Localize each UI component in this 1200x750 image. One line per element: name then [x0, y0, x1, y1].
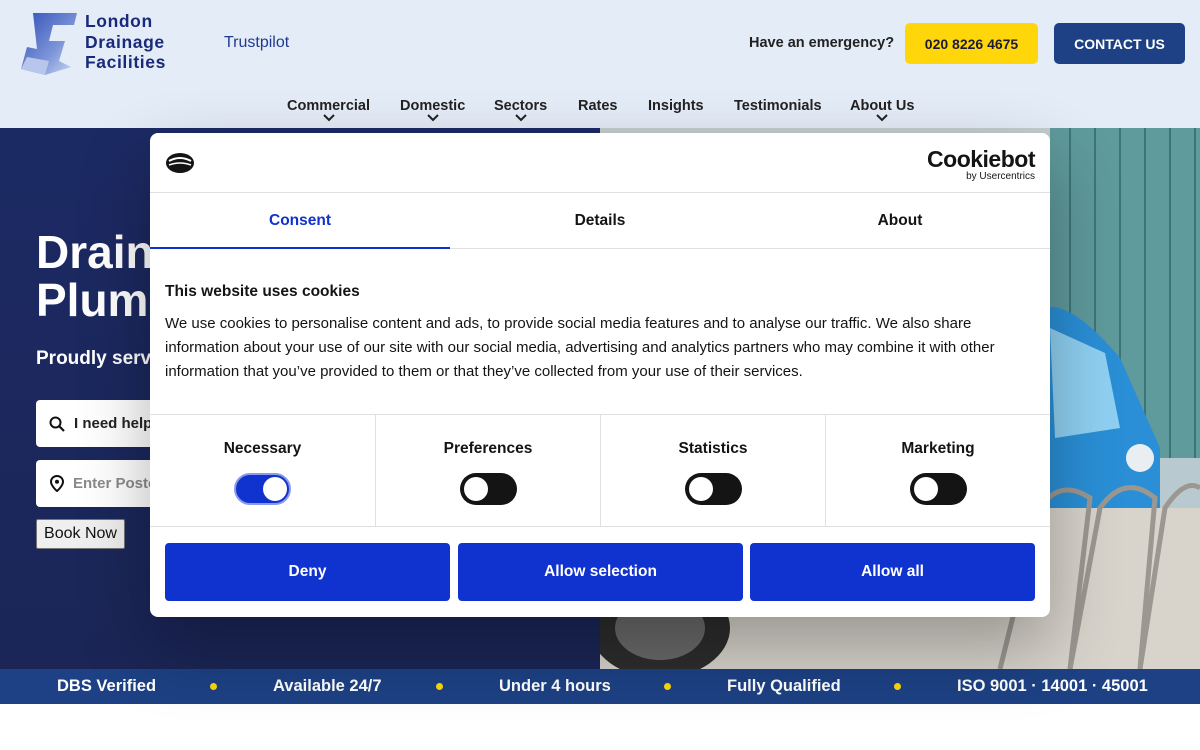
cookie-logo-icon — [166, 153, 194, 173]
consent-title: This website uses cookies — [165, 283, 360, 300]
trust-item-response: Under 4 hours — [499, 677, 611, 695]
nav-item-sectors[interactable]: Sectors — [494, 98, 547, 122]
site-header: London Drainage Facilities Trustpilot Ha… — [0, 0, 1200, 128]
toggle-cell-marketing: Marketing — [825, 415, 1050, 527]
toggle-label: Preferences — [443, 440, 533, 457]
tab-details[interactable]: Details — [450, 193, 750, 249]
main-nav: Commercial Domestic Sectors Rates Insigh… — [0, 98, 1200, 128]
bullet-dot — [436, 683, 443, 690]
nav-item-rates[interactable]: Rates — [578, 98, 618, 114]
bullet-dot — [894, 683, 901, 690]
chevron-down-icon — [876, 114, 888, 122]
emergency-label: Have an emergency? — [749, 35, 895, 51]
site-logo[interactable]: London Drainage Facilities — [19, 10, 166, 76]
nav-item-insights[interactable]: Insights — [648, 98, 704, 114]
statistics-toggle[interactable] — [685, 473, 742, 505]
allow-all-button[interactable]: Allow all — [750, 543, 1035, 601]
consent-actions: Deny Allow selection Allow all — [165, 543, 1035, 601]
consent-toggles: Necessary Preferences Statistics Marketi… — [150, 414, 1050, 527]
allow-selection-button[interactable]: Allow selection — [458, 543, 743, 601]
book-now-button[interactable]: Book Now — [36, 519, 125, 549]
nav-item-about-us[interactable]: About Us — [850, 98, 914, 122]
phone-button[interactable]: 020 8226 4675 — [905, 23, 1038, 64]
logo-mark-icon — [21, 13, 77, 75]
trust-item-available: Available 24/7 — [273, 677, 382, 695]
chevron-down-icon — [426, 114, 439, 122]
cookie-consent-dialog: Cookiebot by Usercentrics Consent Detail… — [150, 133, 1050, 617]
toggle-cell-necessary: Necessary — [150, 415, 375, 527]
logo-line: Facilities — [85, 52, 166, 72]
logo-line: Drainage — [85, 31, 165, 52]
trust-item-dbs: DBS Verified — [57, 677, 157, 695]
search-icon — [49, 416, 65, 432]
bullet-dot — [664, 683, 671, 690]
dialog-header: Cookiebot by Usercentrics — [150, 133, 1050, 193]
chevron-down-icon — [514, 114, 527, 122]
marketing-toggle[interactable] — [910, 473, 967, 505]
nav-item-testimonials[interactable]: Testimonials — [734, 98, 822, 114]
hero-subtitle: Proudly servi — [36, 348, 157, 369]
tab-about[interactable]: About — [750, 193, 1050, 249]
toggle-cell-preferences: Preferences — [375, 415, 600, 527]
bullet-dot — [210, 683, 217, 690]
toggle-cell-statistics: Statistics — [600, 415, 825, 527]
cookiebot-brand[interactable]: Cookiebot by Usercentrics — [927, 147, 1035, 182]
toggle-label: Statistics — [678, 440, 748, 457]
tab-consent[interactable]: Consent — [150, 193, 450, 249]
search-text: I need help — [74, 415, 153, 432]
trustpilot-link[interactable]: Trustpilot — [224, 34, 289, 52]
toggle-label: Necessary — [223, 440, 302, 457]
nav-item-domestic[interactable]: Domestic — [400, 98, 465, 122]
trust-item-qualified: Fully Qualified — [727, 677, 841, 695]
logo-line: London — [85, 11, 153, 31]
trust-item-iso: ISO 9001 · 14001 · 45001 — [957, 677, 1148, 695]
consent-tabs: Consent Details About — [150, 193, 1050, 249]
preferences-toggle[interactable] — [460, 473, 517, 505]
toggle-label: Marketing — [901, 440, 975, 457]
chevron-down-icon — [322, 114, 335, 122]
contact-us-button[interactable]: CONTACT US — [1054, 23, 1185, 64]
deny-button[interactable]: Deny — [165, 543, 450, 601]
consent-body: We use cookies to personalise content an… — [165, 315, 995, 380]
trust-bar: DBS Verified Available 24/7 Under 4 hour… — [0, 669, 1200, 704]
necessary-toggle[interactable] — [234, 473, 291, 505]
nav-item-commercial[interactable]: Commercial — [287, 98, 370, 122]
location-pin-icon — [50, 475, 64, 492]
